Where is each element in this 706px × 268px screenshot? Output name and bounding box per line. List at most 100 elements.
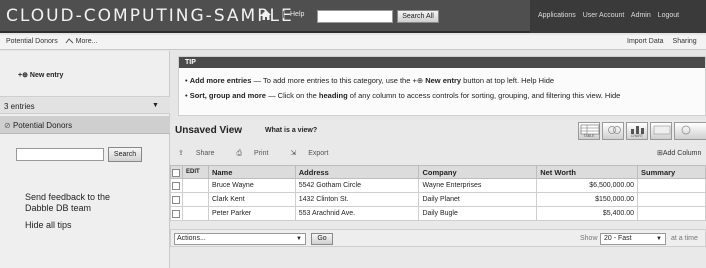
table-row[interactable]: Clark Kent 1432 Clinton St. Daily Planet… bbox=[170, 192, 706, 207]
add-icon: +⊕ bbox=[412, 76, 426, 85]
page-size-value: 20 - Fast bbox=[604, 235, 632, 242]
sidebar-item-potential-donors[interactable]: ⊘ Potential Donors bbox=[0, 116, 170, 134]
more-view-icon[interactable] bbox=[674, 122, 706, 140]
entries-toggle[interactable]: 3 entries ▼ bbox=[0, 96, 170, 114]
map-view-icon[interactable] bbox=[650, 122, 672, 140]
tip-hide-link[interactable]: Hide bbox=[605, 91, 620, 100]
row-select-cell bbox=[170, 178, 183, 193]
name-cell[interactable]: Peter Parker bbox=[207, 206, 296, 221]
company-cell[interactable]: Wayne Enterprises bbox=[418, 178, 538, 193]
view-icon-label: CHART bbox=[631, 134, 643, 138]
table-row[interactable]: Bruce Wayne 5542 Gotham Circle Wayne Ent… bbox=[170, 178, 706, 193]
column-header-company[interactable]: Company bbox=[418, 165, 538, 179]
home-icon[interactable] bbox=[260, 9, 272, 21]
entries-table: EDIT Name Address Company Net Worth Summ… bbox=[170, 165, 706, 221]
actions-select[interactable]: Actions... ▼ bbox=[174, 233, 306, 245]
sub-bar: Potential Donors More... Import Data Sha… bbox=[0, 35, 706, 50]
print-button[interactable]: ⎙ Print bbox=[236, 150, 278, 157]
search-all-input[interactable] bbox=[317, 10, 393, 23]
nav-logout[interactable]: Logout bbox=[658, 12, 679, 19]
add-column-button[interactable]: ⊞Add Column bbox=[657, 149, 701, 157]
net-worth-cell[interactable]: $6,500,000.00 bbox=[536, 178, 639, 193]
column-header-name[interactable]: Name bbox=[207, 165, 296, 179]
column-header-address[interactable]: Address bbox=[294, 165, 420, 179]
more-icon bbox=[65, 38, 74, 44]
company-cell[interactable]: Daily Bugle bbox=[418, 206, 538, 221]
view-name: Potential Donors bbox=[12, 121, 73, 130]
tip-hide-link[interactable]: Hide bbox=[539, 76, 554, 85]
tip-sort-group: • Sort, group and more — Click on the he… bbox=[185, 91, 690, 101]
show-label: Show bbox=[580, 235, 598, 242]
summary-cell[interactable] bbox=[637, 178, 706, 193]
address-cell[interactable]: 553 Arachnid Ave. bbox=[294, 206, 420, 221]
name-cell[interactable]: Clark Kent bbox=[207, 192, 296, 207]
tip-help-link[interactable]: Help bbox=[521, 76, 536, 85]
company-cell[interactable]: Daily Planet bbox=[418, 192, 538, 207]
new-entry-label: New entry bbox=[29, 72, 64, 79]
nav-admin[interactable]: Admin bbox=[631, 12, 651, 19]
print-label: Print bbox=[254, 150, 269, 157]
net-worth-cell[interactable]: $150,000.00 bbox=[536, 192, 639, 207]
address-cell[interactable]: 5542 Gotham Circle bbox=[294, 178, 420, 193]
sidebar-search-input[interactable] bbox=[16, 148, 104, 161]
entries-count: 3 entries bbox=[4, 102, 35, 111]
summary-cell[interactable] bbox=[637, 206, 706, 221]
nav-applications[interactable]: Applications bbox=[538, 12, 576, 19]
nav-user-account[interactable]: User Account bbox=[583, 12, 625, 19]
export-label: Export bbox=[308, 150, 329, 157]
import-data-link[interactable]: Import Data bbox=[627, 38, 664, 45]
edit-cell[interactable] bbox=[181, 206, 209, 221]
calendar-view-icon[interactable] bbox=[602, 122, 624, 140]
column-header-net-worth[interactable]: Net Worth bbox=[536, 165, 639, 179]
select-all-checkbox[interactable] bbox=[172, 168, 181, 177]
view-title: Unsaved View bbox=[175, 125, 243, 136]
chevron-down-icon: ▼ bbox=[656, 236, 662, 242]
export-button[interactable]: ⇲ Export bbox=[290, 150, 338, 157]
row-checkbox[interactable] bbox=[172, 195, 181, 204]
net-worth-cell[interactable]: $5,400.00 bbox=[536, 206, 639, 221]
hide-all-tips-link[interactable]: Hide all tips bbox=[25, 220, 72, 230]
add-column-label: Add Column bbox=[662, 150, 702, 157]
go-button[interactable]: Go bbox=[311, 233, 333, 245]
sharing-link[interactable]: Sharing bbox=[673, 38, 697, 45]
column-header-summary[interactable]: Summary bbox=[637, 165, 706, 179]
tip-text: button at top left. bbox=[461, 76, 520, 85]
edit-cell[interactable] bbox=[181, 178, 209, 193]
share-button[interactable]: ⇪ Share bbox=[178, 150, 225, 157]
sidebar-search-button[interactable]: Search bbox=[108, 147, 142, 162]
page-size-select[interactable]: 20 - Fast ▼ bbox=[600, 233, 666, 245]
tip-text: of any column to access controls for sor… bbox=[347, 91, 603, 100]
column-header-edit[interactable]: EDIT bbox=[181, 165, 209, 179]
table-view-icon[interactable]: TABLE bbox=[578, 122, 600, 140]
row-checkbox[interactable] bbox=[172, 209, 181, 218]
address-cell[interactable]: 1432 Clinton St. bbox=[294, 192, 420, 207]
tip-box: TIP • Add more entries — To add more ent… bbox=[178, 56, 706, 116]
row-checkbox[interactable] bbox=[172, 181, 181, 190]
app-title: CLOUD-COMPUTING-SAMPLE bbox=[6, 6, 294, 26]
new-entry-button[interactable]: +⊕ New entry bbox=[18, 71, 63, 79]
tip-bold: Add more entries bbox=[189, 76, 252, 85]
more-menu[interactable]: More... bbox=[65, 38, 97, 45]
breadcrumb-category[interactable]: Potential Donors bbox=[6, 38, 58, 45]
tip-bold: New entry bbox=[425, 76, 462, 85]
name-cell[interactable]: Bruce Wayne bbox=[207, 178, 296, 193]
help-link[interactable]: Help bbox=[283, 11, 304, 18]
tip-text: — To add more entries to this category, … bbox=[251, 76, 413, 85]
view-toolbar: ⇪ Share ⎙ Print ⇲ Export bbox=[178, 149, 348, 158]
edit-cell[interactable] bbox=[181, 192, 209, 207]
view-icon: ⊘ bbox=[4, 121, 11, 130]
breadcrumb: Potential Donors More... bbox=[6, 38, 97, 45]
tip-text: — Click on the bbox=[265, 91, 319, 100]
chevron-down-icon: ▼ bbox=[296, 236, 302, 242]
at-a-time-label: at a time bbox=[671, 235, 698, 242]
chart-view-icon[interactable]: CHART bbox=[626, 122, 648, 140]
search-all-button[interactable]: Search All bbox=[397, 10, 439, 23]
table-footer: Actions... ▼ Go Show 20 - Fast ▼ at a ti… bbox=[170, 229, 706, 247]
summary-cell[interactable] bbox=[637, 192, 706, 207]
print-icon: ⎙ bbox=[236, 150, 243, 157]
select-all-cell bbox=[170, 165, 183, 179]
what-is-a-view-link[interactable]: What is a view? bbox=[265, 127, 317, 134]
table-row[interactable]: Peter Parker 553 Arachnid Ave. Daily Bug… bbox=[170, 206, 706, 221]
feedback-link[interactable]: Send feedback to the Dabble DB team bbox=[25, 192, 135, 214]
top-nav: Applications User Account Admin Logout bbox=[538, 12, 684, 19]
